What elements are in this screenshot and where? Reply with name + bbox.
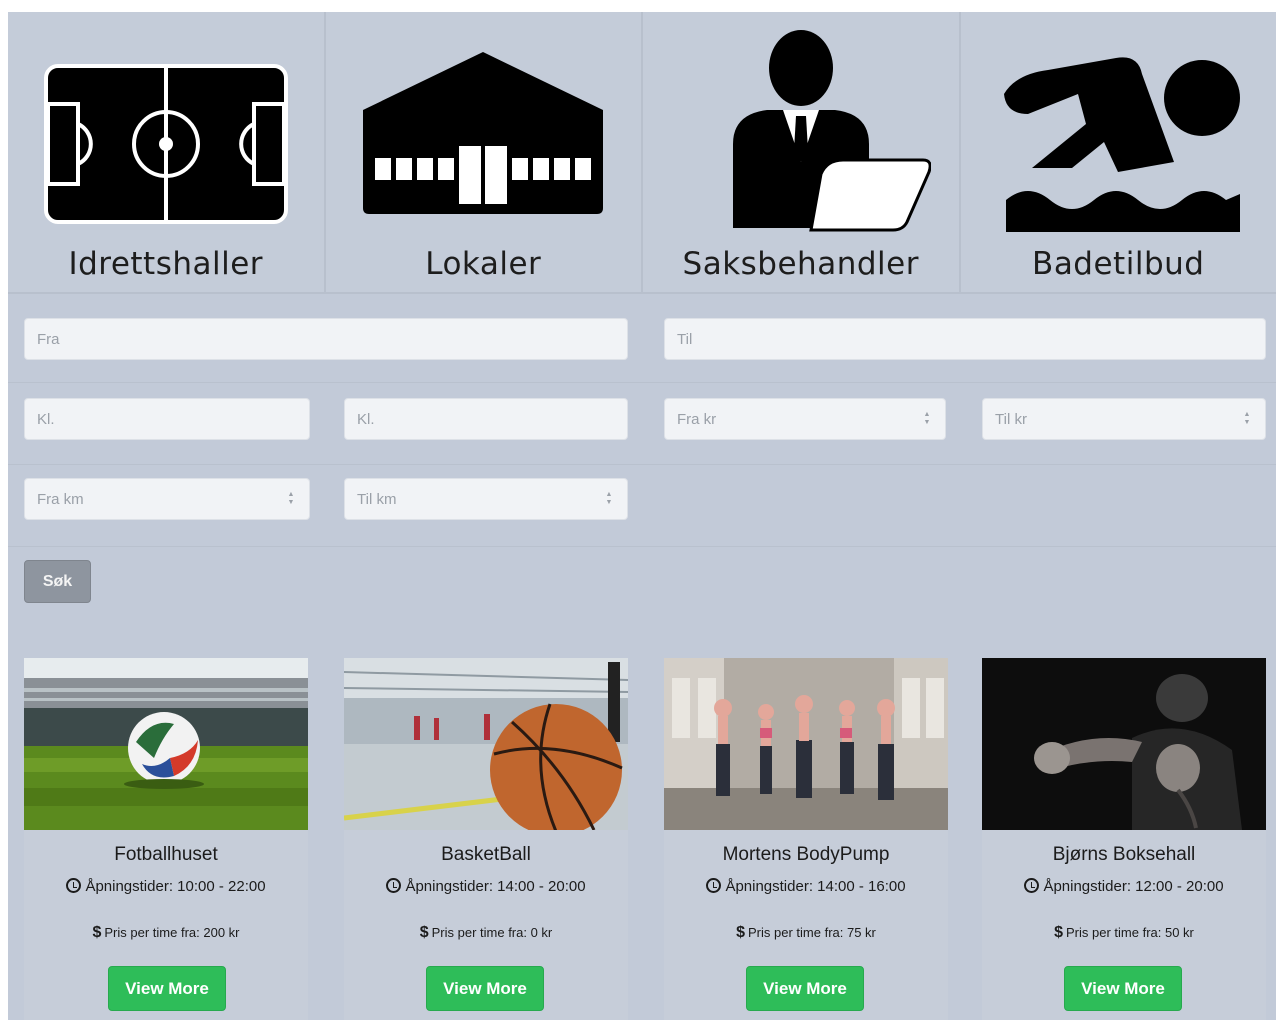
from-date-field[interactable] <box>24 318 628 360</box>
to-date-input[interactable] <box>677 319 1265 359</box>
stepper-arrows-icon[interactable]: ▲ ▼ <box>605 491 613 507</box>
venue-photo-boxing <box>982 658 1266 830</box>
price-text: Pris per time fra: 50 kr <box>1066 925 1194 940</box>
venue-card: Fotballhuset Åpningstider: 10:00 - 22:00… <box>24 658 308 1020</box>
venue-name: Fotballhuset <box>114 844 218 865</box>
from-time-field[interactable] <box>24 398 310 440</box>
category-badetilbud[interactable]: Badetilbud <box>960 12 1277 294</box>
price-text: Pris per time fra: 75 kr <box>748 925 876 940</box>
price-from-field[interactable]: ▲▼ <box>664 398 946 440</box>
view-more-button[interactable]: View More <box>426 966 544 1011</box>
category-lokaler[interactable]: Lokaler <box>325 12 643 294</box>
venue-hours: Åpningstider: 10:00 - 22:00 <box>24 878 308 895</box>
stepper-arrows-icon[interactable]: ▲ ▼ <box>1243 411 1251 427</box>
clock-icon <box>66 878 82 893</box>
category-saksbehandler[interactable]: Saksbehandler <box>643 12 961 294</box>
person-laptop-icon <box>643 22 959 232</box>
page-frame: Idrettshaller Lokaler Saksbehandler Bade… <box>8 12 1276 1020</box>
dollar-icon: $ <box>92 924 102 941</box>
category-idrettshaller[interactable]: Idrettshaller <box>8 12 326 294</box>
venue-card: Mortens BodyPump Åpningstider: 14:00 - 1… <box>664 658 948 1020</box>
venue-name: Mortens BodyPump <box>722 844 890 865</box>
category-label: Idrettshaller <box>68 246 264 282</box>
from-time-input[interactable] <box>37 399 309 439</box>
clock-icon <box>386 878 402 893</box>
to-time-field[interactable] <box>344 398 628 440</box>
price-text: Pris per time fra: 0 kr <box>431 925 553 940</box>
stepper-arrows-icon[interactable]: ▲ ▼ <box>287 491 295 507</box>
venue-photo-basketball <box>344 658 628 830</box>
venue-name: Bjørns Boksehall <box>1052 844 1196 865</box>
venue-card: BasketBall Åpningstider: 14:00 - 20:00 $… <box>344 658 628 1020</box>
clock-icon <box>706 878 722 893</box>
building-icon <box>326 22 642 232</box>
dollar-icon: $ <box>1054 924 1064 941</box>
venue-photo-bodypump <box>664 658 948 830</box>
hours-text: Åpningstider: 12:00 - 20:00 <box>1043 878 1224 895</box>
category-label: Lokaler <box>425 246 542 282</box>
price-to-input[interactable] <box>995 399 1265 439</box>
distance-from-field[interactable]: ▲▼ <box>24 478 310 520</box>
hours-text: Åpningstider: 14:00 - 16:00 <box>725 878 906 895</box>
venue-name: BasketBall <box>441 844 531 865</box>
distance-from-input[interactable] <box>37 479 309 519</box>
football-field-icon <box>8 22 324 232</box>
venue-hours: Åpningstider: 14:00 - 16:00 <box>664 878 948 895</box>
price-from-input[interactable] <box>677 399 945 439</box>
from-date-input[interactable] <box>37 319 627 359</box>
price-text: Pris per time fra: 200 kr <box>104 925 240 940</box>
search-button[interactable]: Søk <box>24 560 91 603</box>
venue-price: $ Pris per time fra: 200 kr <box>24 924 308 942</box>
venue-hours: Åpningstider: 14:00 - 20:00 <box>344 878 628 895</box>
hours-text: Åpningstider: 14:00 - 20:00 <box>405 878 586 895</box>
venue-price: $ Pris per time fra: 50 kr <box>982 924 1266 942</box>
hours-text: Åpningstider: 10:00 - 22:00 <box>85 878 266 895</box>
to-time-input[interactable] <box>357 399 627 439</box>
clock-icon <box>1024 878 1040 893</box>
divider <box>8 382 1276 383</box>
distance-to-input[interactable] <box>357 479 627 519</box>
venue-card: Bjørns Boksehall Åpningstider: 12:00 - 2… <box>982 658 1266 1020</box>
venue-photo-football <box>24 658 308 830</box>
price-to-field[interactable]: ▲▼ <box>982 398 1266 440</box>
category-row: Idrettshaller Lokaler Saksbehandler Bade… <box>8 12 1276 294</box>
dollar-icon: $ <box>736 924 746 941</box>
swimmer-icon <box>961 22 1277 232</box>
to-date-field[interactable] <box>664 318 1266 360</box>
venue-price: $ Pris per time fra: 75 kr <box>664 924 948 942</box>
venue-hours: Åpningstider: 12:00 - 20:00 <box>982 878 1266 895</box>
venue-price: $ Pris per time fra: 0 kr <box>344 924 628 942</box>
view-more-button[interactable]: View More <box>1064 966 1182 1011</box>
view-more-button[interactable]: View More <box>108 966 226 1011</box>
stepper-arrows-icon[interactable]: ▲ ▼ <box>923 411 931 427</box>
category-label: Saksbehandler <box>682 246 919 282</box>
divider <box>8 464 1276 465</box>
dollar-icon: $ <box>419 924 429 941</box>
distance-to-field[interactable]: ▲▼ <box>344 478 628 520</box>
category-label: Badetilbud <box>1032 246 1205 282</box>
view-more-button[interactable]: View More <box>746 966 864 1011</box>
divider <box>8 546 1276 547</box>
